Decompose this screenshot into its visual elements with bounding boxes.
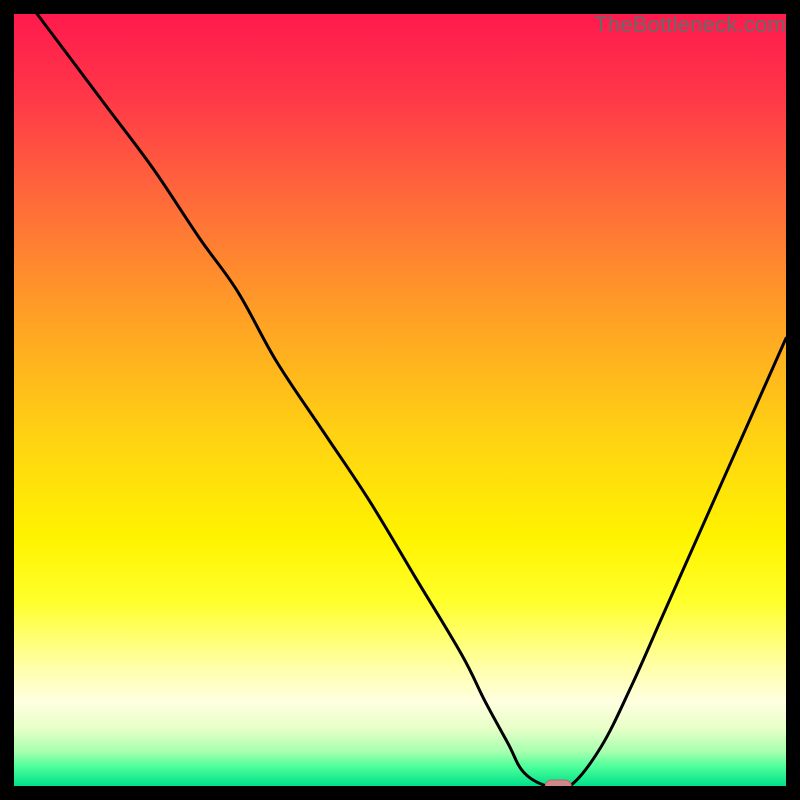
optimal-point-marker bbox=[545, 780, 571, 786]
watermark-text: TheBottleneck.com bbox=[594, 12, 786, 38]
chart-frame: TheBottleneck.com bbox=[14, 14, 786, 786]
gradient-background bbox=[14, 14, 786, 786]
bottleneck-plot bbox=[14, 14, 786, 786]
